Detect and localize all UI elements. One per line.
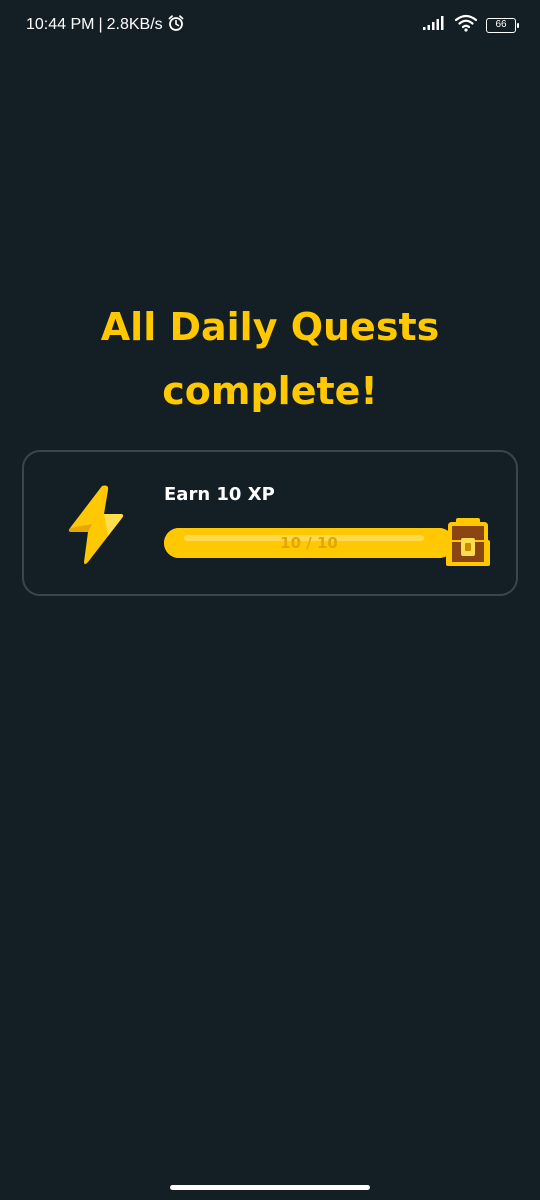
- status-right: 66: [422, 14, 519, 36]
- treasure-chest-icon[interactable]: [442, 518, 494, 568]
- network-speed: 2.8KB/s: [106, 16, 163, 33]
- status-bar: 10:44 PM | 2.8KB/s 66: [0, 0, 540, 50]
- status-left: 10:44 PM | 2.8KB/s: [26, 14, 185, 37]
- home-indicator[interactable]: [170, 1185, 370, 1190]
- quest-card[interactable]: Earn 10 XP 10 / 10: [22, 450, 518, 596]
- quest-progress-bar: 10 / 10: [164, 528, 454, 558]
- quests-complete-headline: All Daily Quests complete!: [0, 295, 540, 423]
- wifi-icon: [454, 14, 478, 36]
- battery-icon: 66: [486, 17, 519, 33]
- headline-line-1: All Daily Quests: [100, 305, 440, 349]
- quest-title: Earn 10 XP: [164, 484, 275, 505]
- lightning-bolt-icon: [64, 484, 128, 566]
- signal-icon: [422, 15, 446, 35]
- progress-text: 10 / 10: [280, 534, 338, 552]
- status-time: 10:44 PM: [26, 16, 95, 33]
- headline-line-2: complete!: [162, 369, 378, 413]
- status-separator: |: [98, 16, 103, 33]
- alarm-icon: [167, 14, 185, 37]
